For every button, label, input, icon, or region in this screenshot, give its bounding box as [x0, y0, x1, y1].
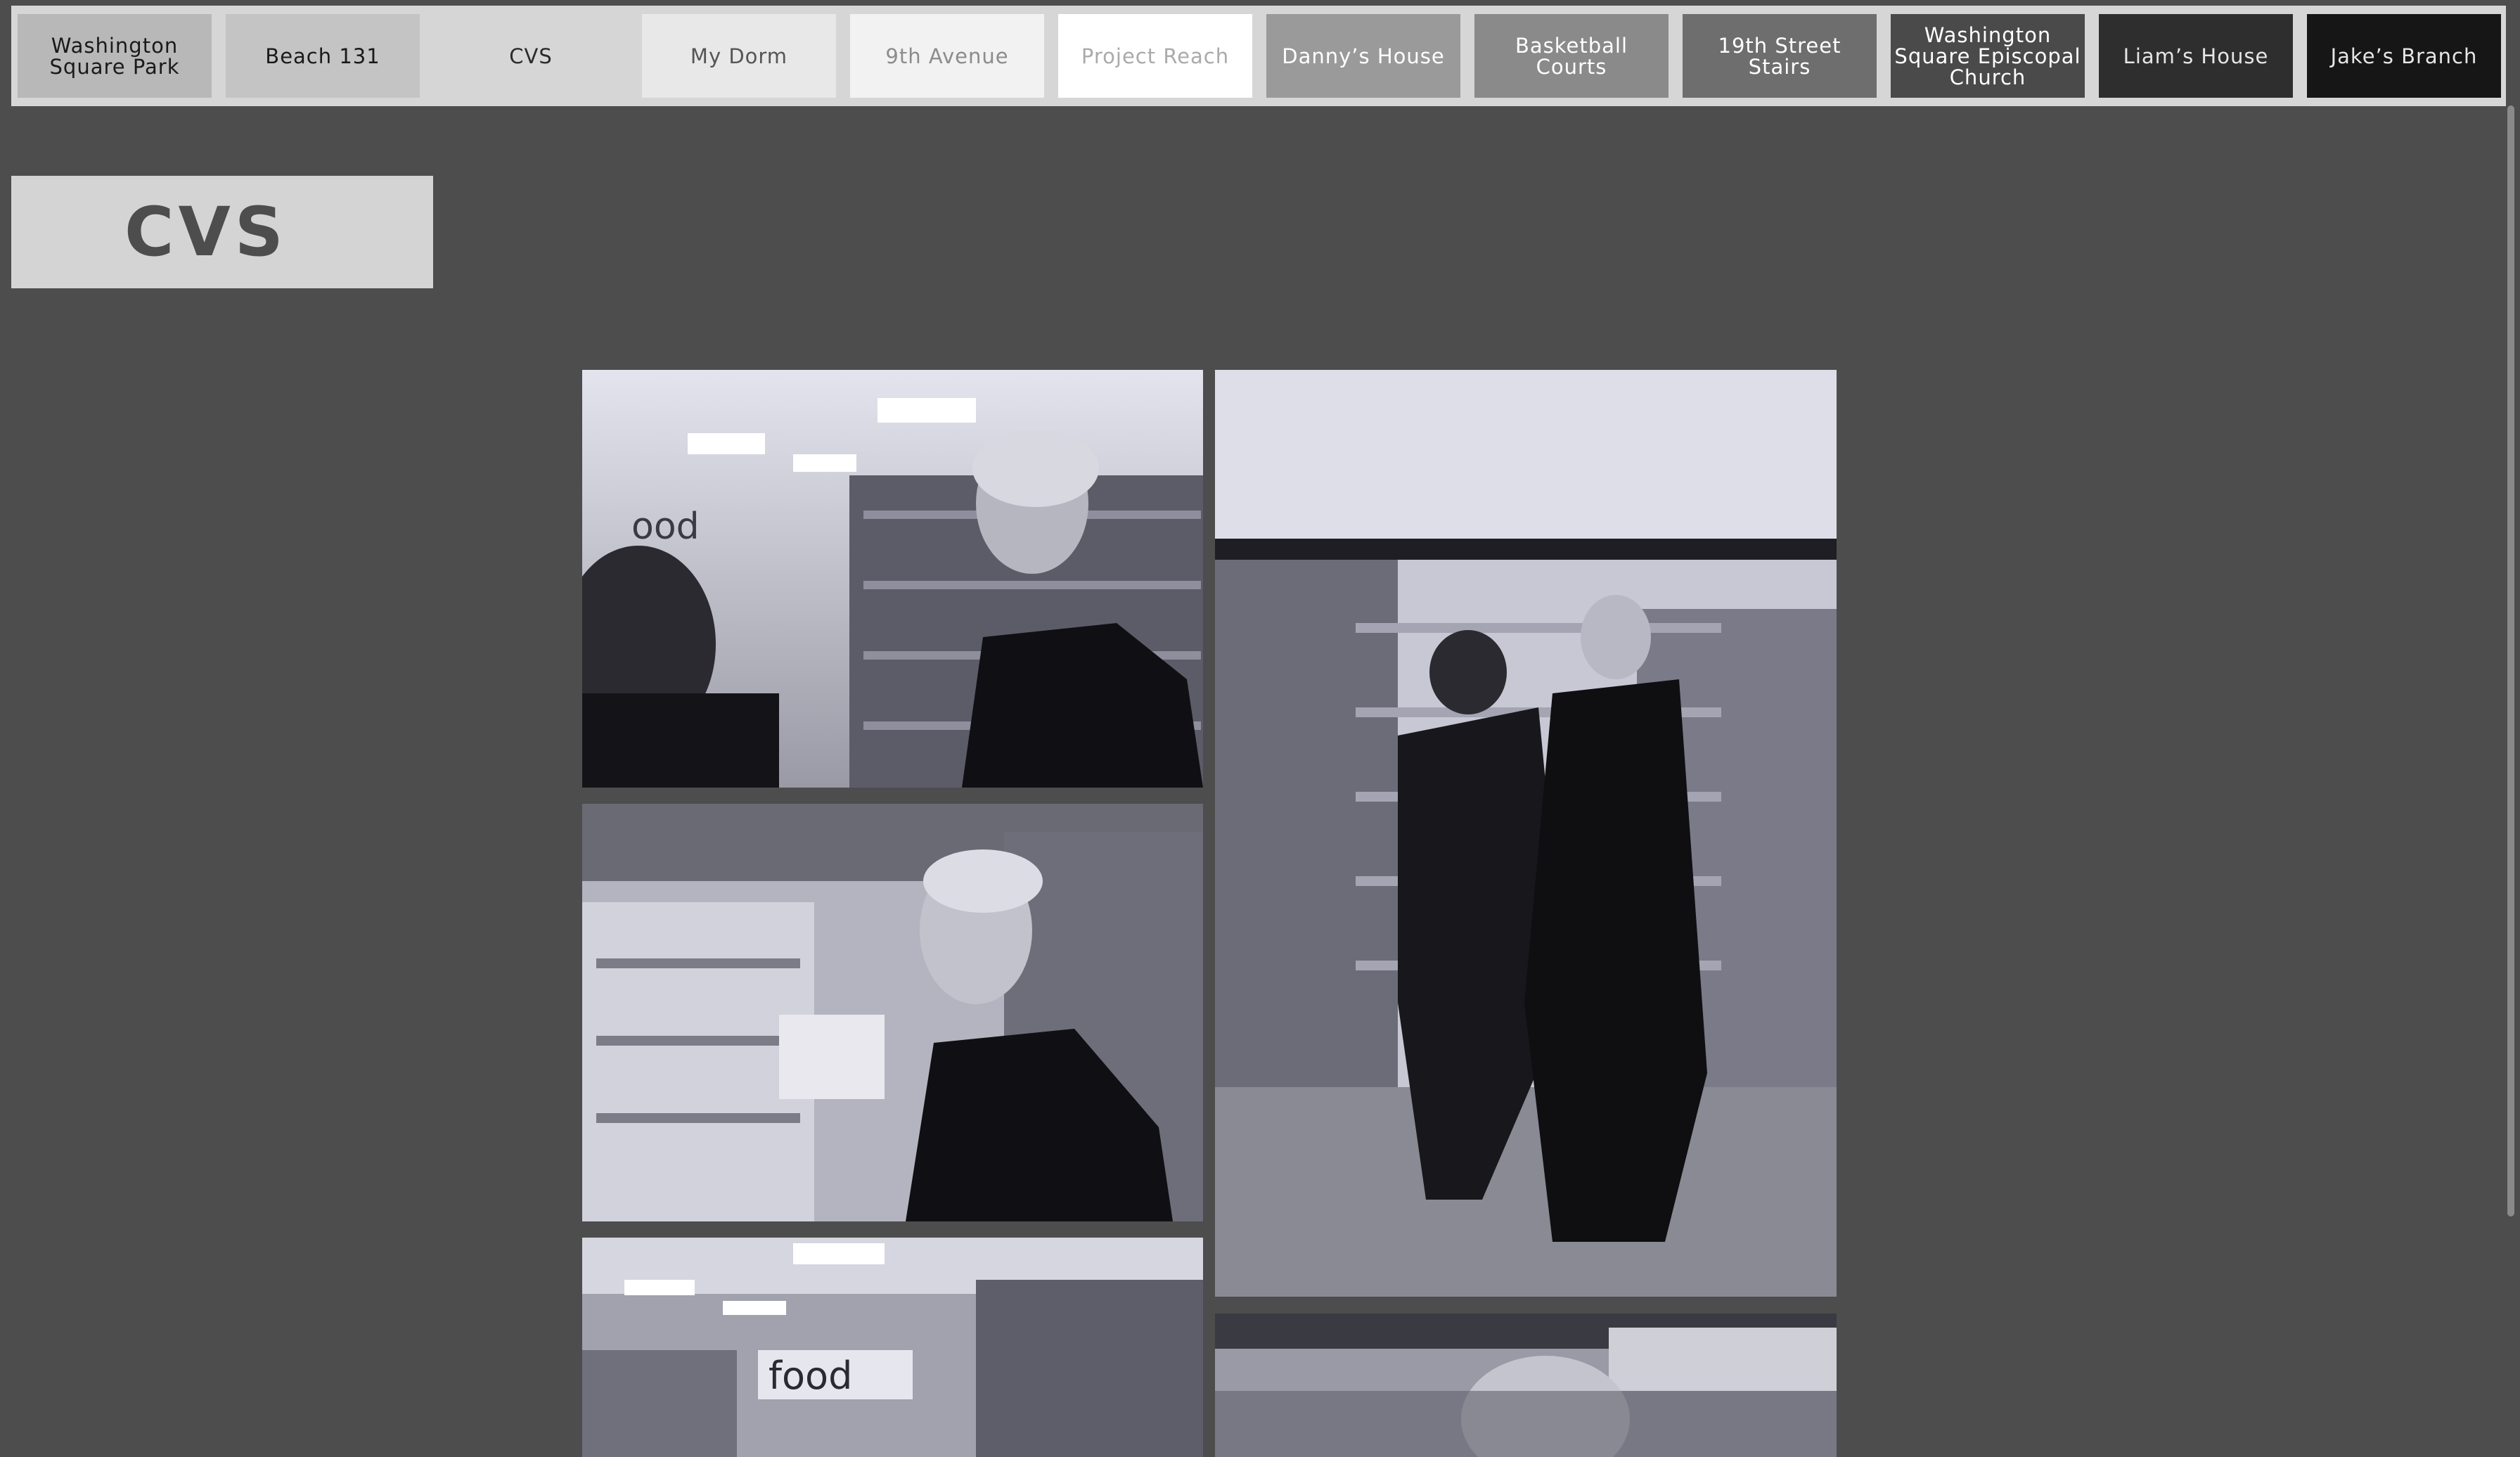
store-aisle-photo: ood — [582, 370, 1203, 788]
nav-tab-liams-house[interactable]: Liam’s House — [2099, 14, 2293, 98]
gallery-photo-5[interactable] — [1215, 1314, 1837, 1457]
nav-tab-dannys-house[interactable]: Danny’s House — [1266, 14, 1460, 98]
nav-tab-my-dorm[interactable]: My Dorm — [642, 14, 836, 98]
profile-photo — [582, 804, 1203, 1221]
nav-tab-washington-square-park[interactable]: Washington Square Park — [18, 14, 212, 98]
food-sign-photo: food — [582, 1238, 1203, 1457]
nav-tab-jakes-branch[interactable]: Jake’s Branch — [2307, 14, 2501, 98]
gallery-photo-1[interactable]: ood — [582, 370, 1203, 788]
nav-tab-9th-avenue[interactable]: 9th Avenue — [850, 14, 1044, 98]
nav-tab-project-reach[interactable]: Project Reach — [1058, 14, 1252, 98]
nav-tab-19th-street-stairs[interactable]: 19th Street Stairs — [1683, 14, 1877, 98]
page-title: CVS — [124, 193, 288, 271]
gallery-photo-2[interactable] — [1215, 370, 1837, 1297]
nav-tab-basketball-courts[interactable]: Basketball Courts — [1474, 14, 1669, 98]
top-navigation-bar: Washington Square Park Beach 131 CVS My … — [11, 6, 2506, 106]
gallery-photo-3[interactable] — [582, 804, 1203, 1221]
photo-sign-text: ood — [631, 506, 700, 548]
page-title-box: CVS — [11, 176, 433, 288]
vertical-scrollbar[interactable] — [2507, 105, 2514, 1217]
drinking-photo — [1215, 370, 1837, 1297]
nav-tab-cvs[interactable]: CVS — [434, 14, 628, 98]
nav-tab-beach-131[interactable]: Beach 131 — [226, 14, 420, 98]
checkout-photo — [1215, 1314, 1837, 1457]
nav-tab-washington-square-episcopal-church[interactable]: Washington Square Episcopal Church — [1891, 14, 2085, 98]
gallery-photo-4[interactable]: food — [582, 1238, 1203, 1457]
photo-sign-text: food — [769, 1354, 852, 1398]
